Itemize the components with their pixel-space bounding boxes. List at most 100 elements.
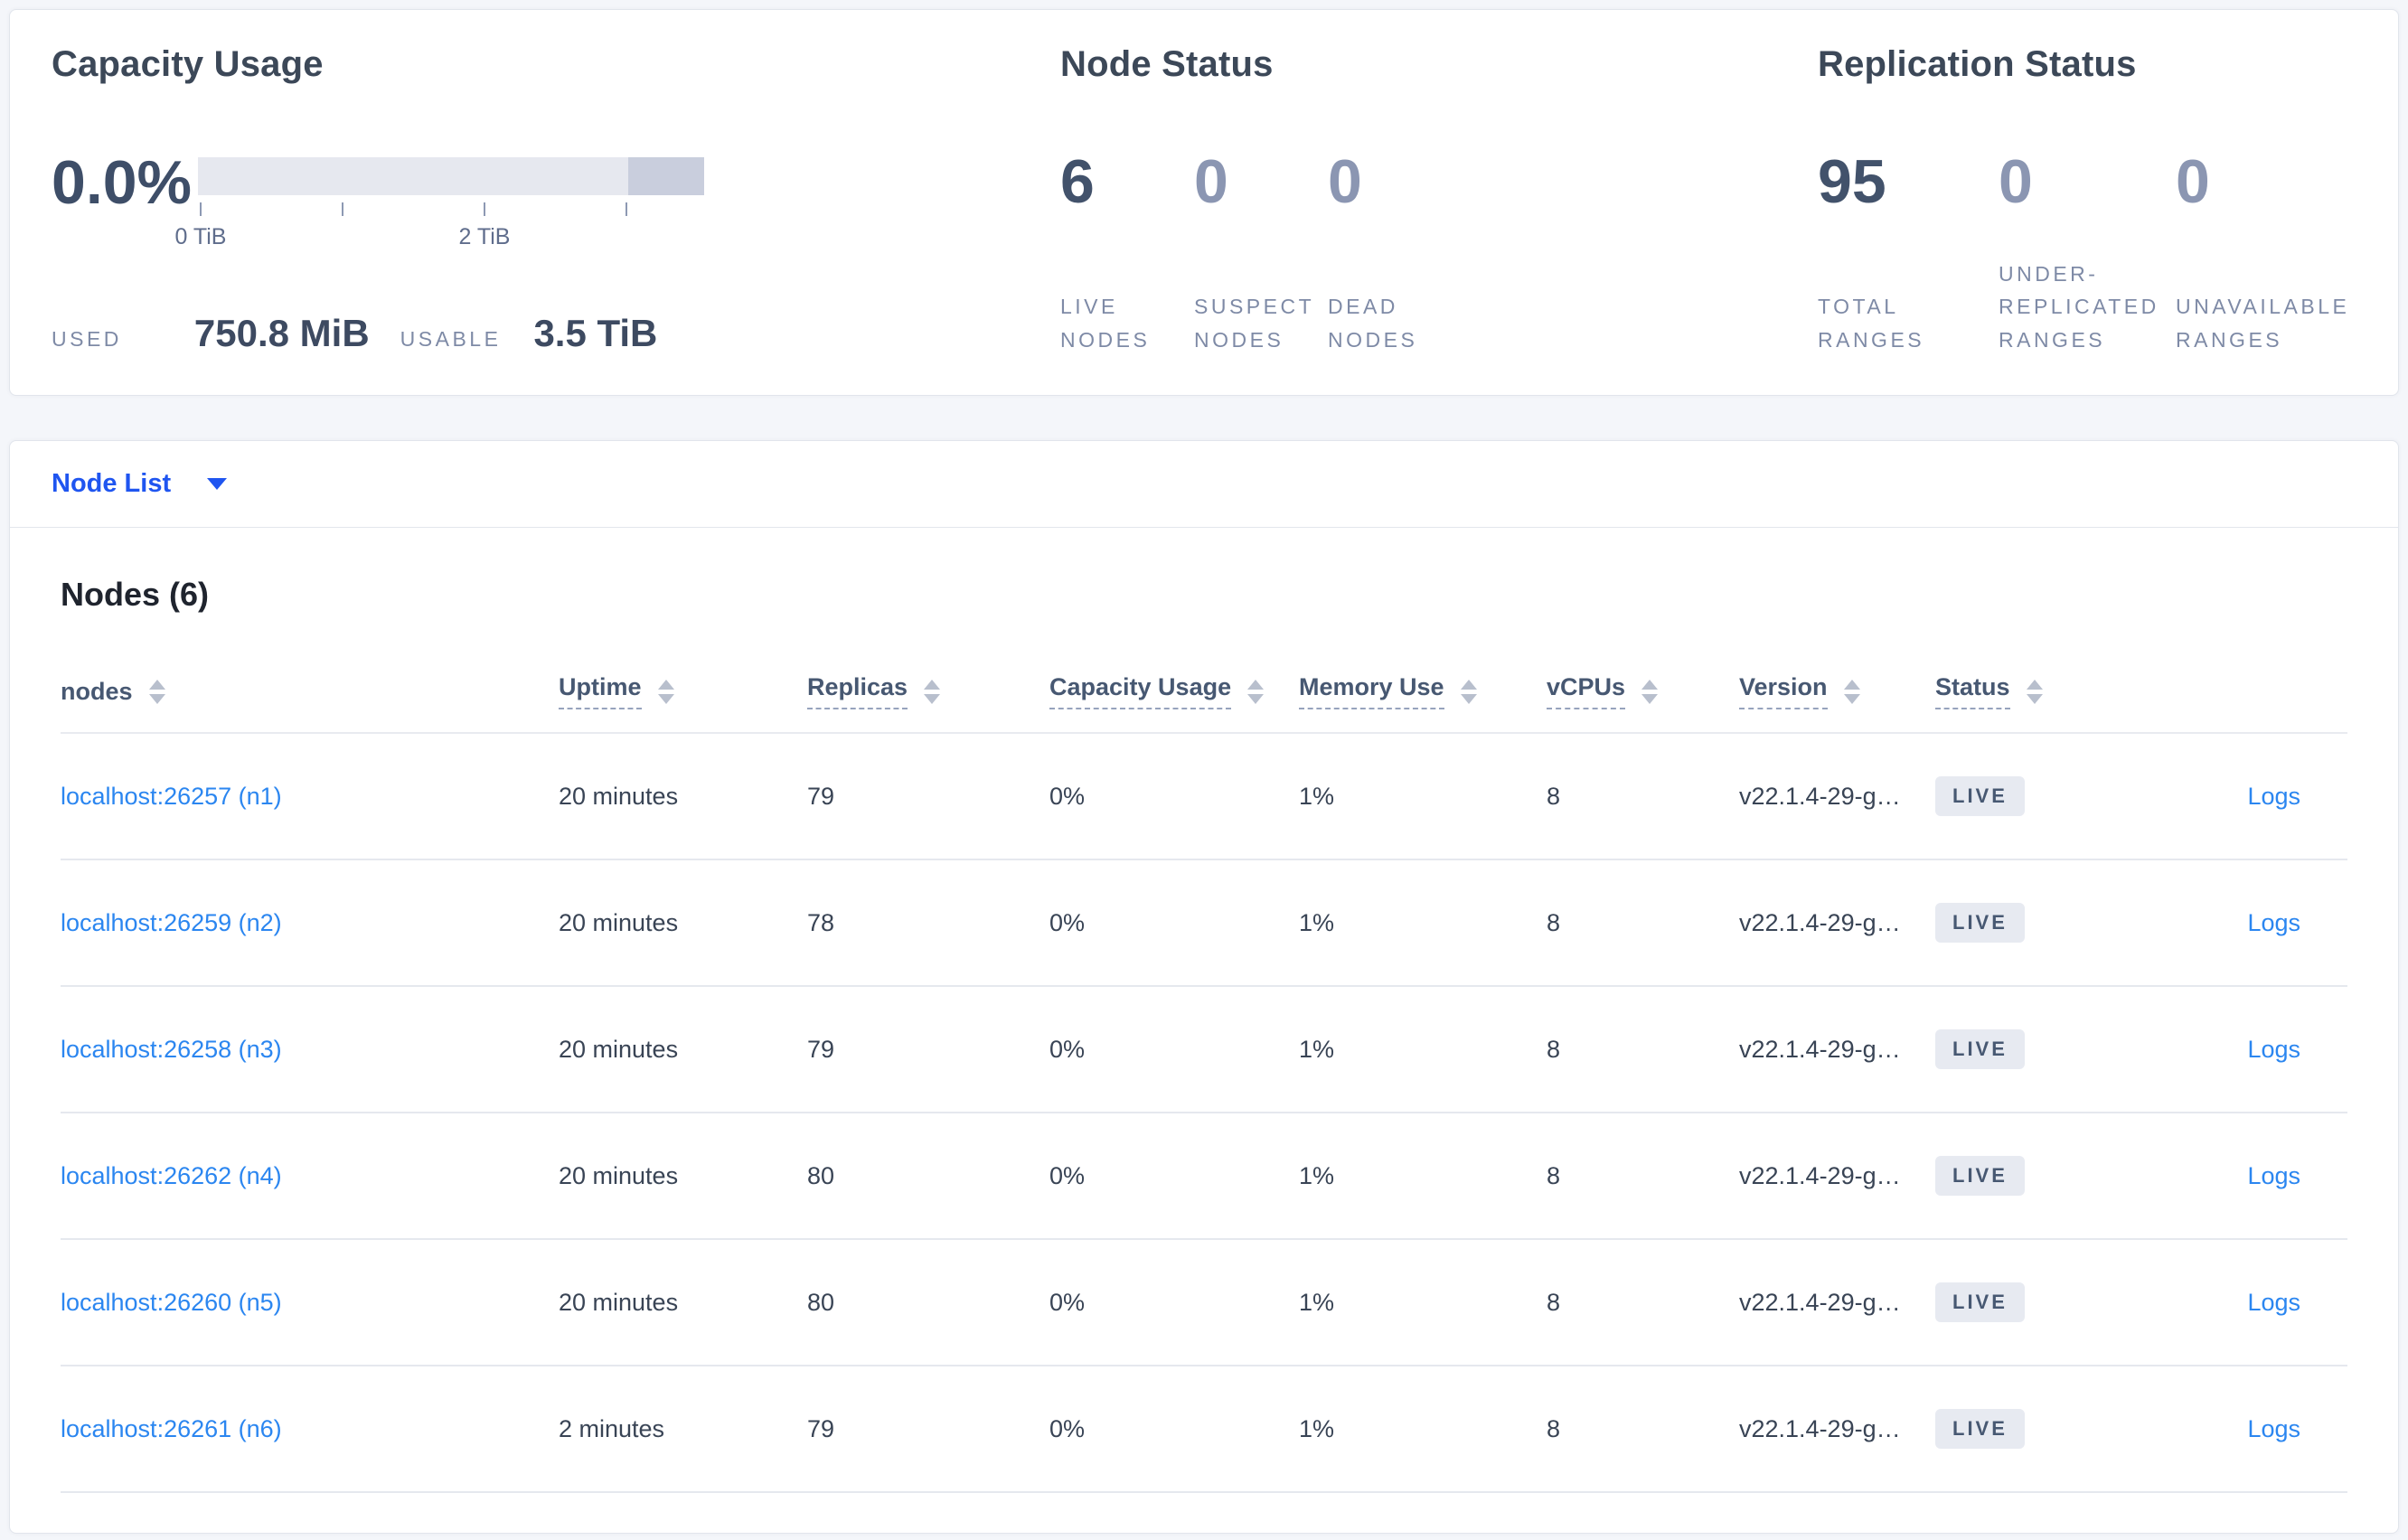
tick-mark bbox=[200, 202, 202, 216]
node-link[interactable]: localhost:26258 (n3) bbox=[61, 1036, 282, 1063]
status-badge: LIVE bbox=[1935, 1156, 2025, 1196]
cluster-summary-card: Capacity Usage 0.0% 0 TiB 2 TiB USED 750… bbox=[9, 9, 2399, 396]
live-nodes-label: LIVE NODES bbox=[1060, 295, 1151, 352]
uptime-cell: 20 minutes bbox=[559, 908, 679, 936]
column-header-replicas[interactable]: Replicas bbox=[807, 673, 1049, 709]
capacity-cell: 0% bbox=[1049, 1161, 1086, 1189]
sort-icon[interactable] bbox=[1460, 679, 1477, 704]
node-status-panel: Node Status 6 LIVE NODES 0 SUSPECT NODES… bbox=[1060, 42, 1693, 352]
node-status-metrics: 6 LIVE NODES 0 SUSPECT NODES 0 DEAD NODE… bbox=[1060, 151, 1472, 357]
vcpus-cell: 8 bbox=[1547, 908, 1561, 936]
under-replicated-label: UNDER- REPLICATED RANGES bbox=[1999, 261, 2159, 352]
capacity-bar-chart: 0 TiB 2 TiB bbox=[175, 157, 704, 251]
node-link[interactable]: localhost:26257 (n1) bbox=[61, 783, 282, 810]
column-header-vcpus[interactable]: vCPUs bbox=[1547, 673, 1739, 709]
node-link[interactable]: localhost:26261 (n6) bbox=[61, 1415, 282, 1442]
vcpus-cell: 8 bbox=[1547, 1288, 1561, 1316]
suspect-nodes-metric: 0 SUSPECT NODES bbox=[1194, 151, 1328, 357]
logs-link[interactable]: Logs bbox=[2247, 1162, 2300, 1189]
column-header-status[interactable]: Status bbox=[1935, 673, 2123, 709]
node-link[interactable]: localhost:26262 (n4) bbox=[61, 1162, 282, 1189]
table-row: localhost:26260 (n5) 20 minutes 80 0% 1%… bbox=[61, 1240, 2347, 1366]
total-ranges-metric: 95 TOTAL RANGES bbox=[1818, 151, 1999, 357]
suspect-nodes-label: SUSPECT NODES bbox=[1194, 295, 1315, 352]
vcpus-cell: 8 bbox=[1547, 1414, 1561, 1442]
column-header-nodes[interactable]: nodes bbox=[61, 678, 559, 706]
table-row: localhost:26261 (n6) 2 minutes 79 0% 1% … bbox=[61, 1366, 2347, 1493]
logs-link[interactable]: Logs bbox=[2247, 1415, 2300, 1442]
sort-icon[interactable] bbox=[1641, 679, 1659, 704]
logs-link[interactable]: Logs bbox=[2247, 1289, 2300, 1316]
tick-mark bbox=[342, 202, 343, 216]
live-nodes-value: 6 bbox=[1060, 147, 1095, 216]
table-row: localhost:26259 (n2) 20 minutes 78 0% 1%… bbox=[61, 860, 2347, 987]
memory-cell: 1% bbox=[1299, 1414, 1335, 1442]
used-label: USED bbox=[52, 327, 122, 351]
dead-nodes-label: DEAD NODES bbox=[1328, 295, 1418, 352]
column-header-version[interactable]: Version bbox=[1739, 673, 1935, 709]
memory-cell: 1% bbox=[1299, 1161, 1335, 1189]
status-badge: LIVE bbox=[1935, 1029, 2025, 1069]
replicas-cell: 79 bbox=[807, 782, 835, 810]
replication-status-panel: Replication Status 95 TOTAL RANGES 0 UND… bbox=[1818, 42, 2378, 352]
unavailable-ranges-label: UNAVAILABLE RANGES bbox=[2176, 295, 2350, 352]
usable-value: 3.5 TiB bbox=[533, 312, 658, 354]
dead-nodes-metric: 0 DEAD NODES bbox=[1328, 151, 1472, 357]
version-cell: v22.1.4-29-g… bbox=[1739, 1035, 1901, 1063]
unavailable-ranges-metric: 0 UNAVAILABLE RANGES bbox=[2176, 151, 2356, 357]
sort-icon[interactable] bbox=[2026, 679, 2043, 704]
node-list-dropdown[interactable]: Node List bbox=[10, 441, 2398, 528]
status-badge: LIVE bbox=[1935, 1409, 2025, 1449]
status-badge: LIVE bbox=[1935, 903, 2025, 943]
vcpus-cell: 8 bbox=[1547, 1161, 1561, 1189]
capacity-axis-labels: 0 TiB 2 TiB bbox=[175, 224, 704, 251]
replication-status-title: Replication Status bbox=[1818, 44, 2137, 84]
logs-link[interactable]: Logs bbox=[2247, 783, 2300, 810]
node-status-title: Node Status bbox=[1060, 44, 1274, 84]
memory-cell: 1% bbox=[1299, 1035, 1335, 1063]
cluster-overview-page: { "summary": { "capacity": { "title": "C… bbox=[0, 0, 2408, 1540]
logs-link[interactable]: Logs bbox=[2247, 909, 2300, 936]
status-badge: LIVE bbox=[1935, 776, 2025, 816]
vcpus-cell: 8 bbox=[1547, 782, 1561, 810]
node-link[interactable]: localhost:26259 (n2) bbox=[61, 909, 282, 936]
capacity-axis-ticks bbox=[198, 202, 704, 217]
memory-cell: 1% bbox=[1299, 782, 1335, 810]
logs-link[interactable]: Logs bbox=[2247, 1036, 2300, 1063]
uptime-cell: 20 minutes bbox=[559, 1161, 679, 1189]
sort-icon[interactable] bbox=[1247, 679, 1265, 704]
capacity-cell: 0% bbox=[1049, 782, 1086, 810]
axis-label-0: 0 TiB bbox=[174, 224, 227, 249]
column-header-uptime[interactable]: Uptime bbox=[559, 673, 807, 709]
under-replicated-metric: 0 UNDER- REPLICATED RANGES bbox=[1999, 151, 2176, 357]
capacity-cell: 0% bbox=[1049, 1288, 1086, 1316]
memory-cell: 1% bbox=[1299, 908, 1335, 936]
column-header-memory-use[interactable]: Memory Use bbox=[1299, 673, 1547, 709]
capacity-cell: 0% bbox=[1049, 1035, 1086, 1063]
version-cell: v22.1.4-29-g… bbox=[1739, 1414, 1901, 1442]
sort-icon[interactable] bbox=[924, 679, 941, 704]
nodes-count-heading: Nodes (6) bbox=[61, 576, 210, 613]
sort-icon[interactable] bbox=[657, 679, 674, 704]
nodes-table-header: nodes Uptime Replicas Capacity Usage Mem… bbox=[61, 651, 2347, 734]
replication-metrics: 95 TOTAL RANGES 0 UNDER- REPLICATED RANG… bbox=[1818, 151, 2356, 357]
replicas-cell: 80 bbox=[807, 1161, 835, 1189]
capacity-bar bbox=[198, 157, 704, 195]
node-link[interactable]: localhost:26260 (n5) bbox=[61, 1289, 282, 1316]
tick-mark bbox=[484, 202, 485, 216]
replicas-cell: 78 bbox=[807, 908, 835, 936]
capacity-usage-panel: Capacity Usage 0.0% 0 TiB 2 TiB USED 750… bbox=[52, 42, 865, 354]
axis-label-2: 2 TiB bbox=[458, 224, 511, 249]
under-replicated-value: 0 bbox=[1999, 147, 2033, 216]
sort-icon[interactable] bbox=[1843, 679, 1860, 704]
sort-icon[interactable] bbox=[148, 679, 165, 704]
table-row: localhost:26258 (n3) 20 minutes 79 0% 1%… bbox=[61, 987, 2347, 1113]
version-cell: v22.1.4-29-g… bbox=[1739, 908, 1901, 936]
capacity-cell: 0% bbox=[1049, 908, 1086, 936]
total-ranges-label: TOTAL RANGES bbox=[1818, 295, 1925, 352]
uptime-cell: 20 minutes bbox=[559, 782, 679, 810]
node-list-dropdown-label[interactable]: Node List bbox=[52, 469, 171, 499]
column-header-capacity-usage[interactable]: Capacity Usage bbox=[1049, 673, 1299, 709]
live-nodes-metric: 6 LIVE NODES bbox=[1060, 151, 1194, 357]
unavailable-ranges-value: 0 bbox=[2176, 147, 2210, 216]
